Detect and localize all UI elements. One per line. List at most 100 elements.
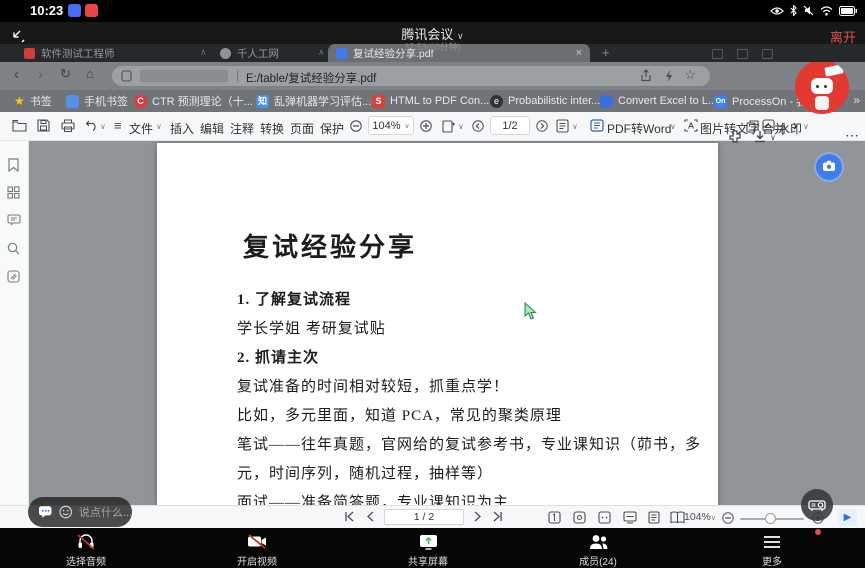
bookmarks-overflow-icon[interactable]: » [853,93,860,107]
page-number-box[interactable]: 1/2 [490,116,530,135]
members-control[interactable]: 成员(24) [553,532,643,568]
address-divider: | [236,68,239,82]
chat-placeholder: 说点什么... [79,504,132,520]
save-icon[interactable] [37,119,50,132]
audio-control[interactable]: 选择音频 [41,532,131,568]
hand-tool-icon[interactable] [598,511,611,524]
next-page-icon[interactable] [474,511,482,522]
menu-file[interactable]: 文件 [129,120,153,137]
file-caret-icon[interactable]: ∨ [156,122,162,131]
download-caret-icon[interactable]: ∨ [770,133,776,142]
status-icons [770,5,857,16]
site-info-icon [121,70,132,82]
csdn-icon: C [134,95,147,108]
zoom-out-icon[interactable] [722,512,734,524]
menu-page[interactable]: 页面 [290,120,314,137]
menu-hamburger-icon[interactable]: ≡ [114,118,122,133]
menu-protect[interactable]: 保护 [320,120,344,137]
browser-profile-avatar[interactable] [795,60,849,114]
toolbar-collapse-icon[interactable]: › [793,118,797,133]
rotate-page-icon[interactable] [573,511,586,524]
share-screen-control[interactable]: 共享屏幕 [383,532,473,568]
read-mode-icon[interactable] [556,119,569,133]
bookmark-item[interactable]: Convert Excel to L... [600,90,717,112]
bookmark-item[interactable]: e Probabilistic inter... [490,90,600,112]
undo-caret-icon[interactable]: ∨ [100,122,106,131]
bookmark-item[interactable]: C CTR 预测理论（十... [134,90,253,112]
last-page-icon[interactable] [492,511,503,522]
download-icon[interactable] [753,130,767,144]
bookmark-item[interactable]: 知 乱弹机器学习评估... [256,90,371,112]
menu-annotate[interactable]: 注释 [230,120,254,137]
folder-icon [66,95,79,108]
zoom-level-box[interactable]: 104% ∨ [368,116,414,135]
bookmark-item[interactable]: 手机书签 [66,90,128,112]
layout-caret-icon[interactable]: ∨ [458,122,464,131]
bookmark-item[interactable]: ★ 书签 [14,90,52,112]
prev-page-icon[interactable] [472,120,484,132]
tool-pdf-to-word[interactable]: PDF转Word [607,120,671,137]
doc-line: 笔试——往年真题，官网给的复试参考书，专业课知识（茆书，多 [237,433,701,454]
leave-meeting-button[interactable]: 离开 [830,27,856,46]
cast-float-button[interactable] [801,489,833,521]
page-indicator-box[interactable]: 1 / 2 [384,509,464,525]
zoom-slider-knob[interactable] [765,513,776,524]
back-icon[interactable]: ‹ [14,66,19,83]
address-bar[interactable]: | E:/table/复试经验分享.pdf ☆ [112,66,710,86]
forward-icon[interactable]: › [38,66,43,83]
capture-icon [822,160,836,172]
comments-panel-icon[interactable] [7,214,21,226]
zoom-level-label[interactable]: 104%∨ [684,511,716,523]
print-icon[interactable] [61,119,75,132]
thumbnails-icon[interactable] [7,186,20,199]
mouse-cursor [524,302,538,321]
page-layout-icon[interactable] [442,119,456,133]
extensions-icon[interactable] [728,130,742,144]
zoom-caret-icon: ∨ [711,515,716,522]
video-label: 开启视频 [212,553,302,568]
single-page-icon[interactable] [648,511,660,524]
read-mode-caret-icon[interactable]: ∨ [572,122,578,131]
bluetooth-icon [790,5,797,16]
more-control[interactable]: 更多 [727,532,817,568]
collapse-share-icon[interactable] [10,29,26,45]
zoom-out-icon[interactable] [350,120,362,132]
reload-icon[interactable]: ↻ [60,66,71,82]
zoom-in-icon[interactable] [420,120,432,132]
members-label: 成员(24) [553,553,643,568]
menu-edit[interactable]: 编辑 [200,120,224,137]
more-label: 更多 [727,553,817,568]
star-icon: ★ [14,94,25,108]
wifi-icon [820,6,833,16]
document-title: 复试经验分享 [243,227,417,264]
pdf-to-word-caret-icon[interactable]: ∨ [670,122,676,131]
attachment-panel-icon[interactable] [7,270,20,283]
bookmark-star-icon[interactable]: ☆ [684,67,696,83]
pdf-sidebar [0,140,29,508]
fit-screen-icon[interactable] [623,511,637,524]
menu-insert[interactable]: 插入 [170,120,194,137]
pdf-page[interactable]: 复试经验分享 1. 了解复试流程 学长学姐 考研复试贴 2. 抓请主次 复试准备… [157,143,718,505]
undo-icon[interactable] [85,119,98,131]
bookmark-item[interactable]: S HTML to PDF Con... [372,90,489,112]
prev-page-icon[interactable] [366,511,374,522]
chat-quick-input[interactable]: 说点什么... [28,497,132,527]
watermark-caret-icon[interactable]: ∨ [803,122,809,131]
open-file-icon[interactable] [12,119,27,132]
page-number-view-icon[interactable] [548,511,561,524]
first-page-icon[interactable] [344,511,355,522]
video-control[interactable]: 开启视频 [212,532,302,568]
battery-icon [839,6,857,16]
bookmark-panel-icon[interactable] [7,158,20,172]
menu-convert[interactable]: 转换 [260,120,284,137]
browser-menu-icon[interactable]: ⋯ [845,127,859,144]
presentation-play-button[interactable]: ▶ [838,509,857,526]
share-icon[interactable] [640,69,652,82]
double-page-icon[interactable] [670,511,685,524]
robot-head [811,78,833,94]
lightning-icon[interactable] [665,70,673,82]
screenshot-float-button[interactable] [816,154,842,180]
search-icon[interactable] [7,242,20,255]
next-page-icon[interactable] [536,120,548,132]
home-icon[interactable]: ⌂ [86,66,94,81]
